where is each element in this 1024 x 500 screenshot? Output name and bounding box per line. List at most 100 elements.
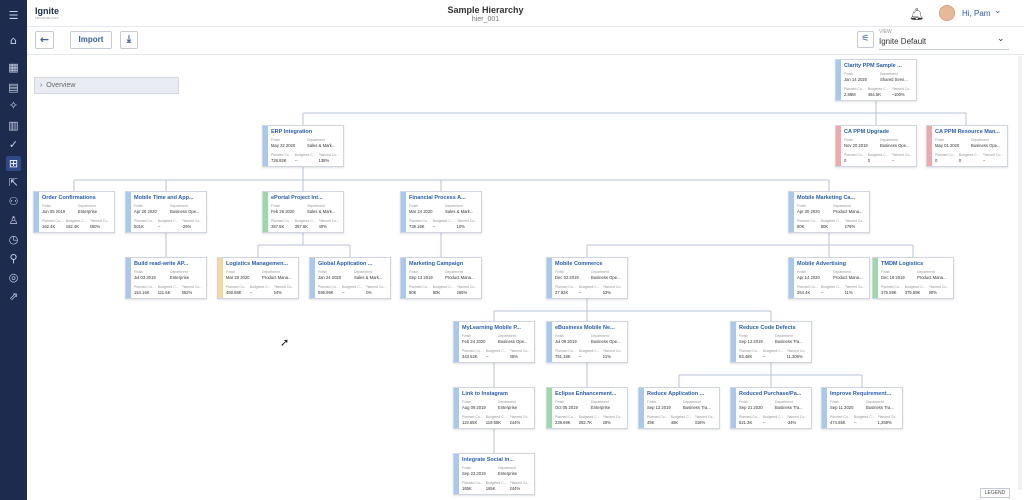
card-status-bar <box>789 258 794 298</box>
card-status-bar <box>401 192 406 232</box>
card-metric-values: 264.4K -- 11% <box>797 290 853 295</box>
card-metric-labels: Planned Co... Budgeted C... Planned Co... <box>271 219 340 223</box>
card-title[interactable]: Reduce Application ... <box>647 391 719 397</box>
card-labels: Finish Department <box>739 334 793 338</box>
card-labels: Finish Department <box>797 270 851 274</box>
card-labels: Finish Department <box>647 400 701 404</box>
hierarchy-card[interactable]: Order Confirmations Finish Department Jun 0… <box>33 191 115 233</box>
hierarchy-card[interactable]: Mobile Marketing Ca... Finish Department Ap… <box>788 191 870 233</box>
card-labels: Finish Department <box>226 270 280 274</box>
hierarchy-card[interactable]: Integrate Social in... Finish Department Se… <box>453 453 535 495</box>
hierarchy-card[interactable]: ERP Integration Finish Department May 22 20… <box>262 125 344 167</box>
card-metric-labels: Planned Co... Budgeted C... Planned Co... <box>462 481 531 485</box>
hierarchy-card[interactable]: Financial Process A... Finish Department Ma… <box>400 191 482 233</box>
card-labels: Finish Department <box>739 400 793 404</box>
card-metric-labels: Planned Co... Budgeted C... Planned Co... <box>555 415 624 419</box>
card-metric-labels: Planned Co... Budgeted C... Planned Co... <box>844 153 913 157</box>
card-values: Feb 26 2020 Sales & Mark... <box>271 209 336 214</box>
card-title[interactable]: Mobile Advertising <box>797 261 869 267</box>
card-labels: Finish Department <box>318 270 372 274</box>
card-title[interactable]: Order Confirmations <box>42 195 114 201</box>
card-metric-labels: Planned Co... Budgeted C... Planned Co... <box>409 285 478 289</box>
card-title[interactable]: CA PPM Resource Man... <box>935 129 1007 135</box>
hierarchy-card[interactable]: CA PPM Upgrade Finish Department Nov 20 201… <box>835 125 917 167</box>
card-labels: Finish Department <box>555 400 609 404</box>
hierarchy-card[interactable]: Logistics Managemen... Finish Department Ma… <box>217 257 299 299</box>
card-values: Jan 14 2020 Shared Servi... <box>844 77 908 82</box>
card-metric-values: 521.3K -- -34% <box>739 420 797 425</box>
card-metric-labels: Planned Co... Budgeted C... Planned Co... <box>42 219 111 223</box>
hierarchy-card[interactable]: CA PPM Resource Man... Finish Department Ma… <box>926 125 1008 167</box>
card-values: Aug 09 2019 Enterprise <box>462 405 518 410</box>
card-values: May 01 2020 Business Ope... <box>935 143 1001 148</box>
hierarchy-card[interactable]: MyLearning Mobile P... Finish Department Fe… <box>453 321 535 363</box>
card-title[interactable]: Mobile Marketing Ca... <box>797 195 869 201</box>
card-title[interactable]: MyLearning Mobile P... <box>462 325 534 331</box>
hierarchy-card[interactable]: Eclipse Enhancement... Finish Department Oc… <box>546 387 628 429</box>
card-title[interactable]: CA PPM Upgrade <box>844 129 916 135</box>
card-labels: Finish Department <box>462 400 516 404</box>
card-labels: Finish Department <box>797 204 851 208</box>
hierarchy-card[interactable]: Reduced Purchase/Pa... Finish Department Se… <box>730 387 812 429</box>
card-values: Dec 18 2019 Product Mana... <box>881 275 947 280</box>
card-metric-labels: Planned Co... Budgeted C... Planned Co... <box>739 349 808 353</box>
card-title[interactable]: Clarity PPM Sample ... <box>844 63 916 69</box>
card-title[interactable]: Financial Process A... <box>409 195 481 201</box>
card-metric-values: 595.99K -- 2% <box>318 290 372 295</box>
card-title[interactable]: TMDM Logistics <box>881 261 953 267</box>
hierarchy-card[interactable]: ePortal Project Int... Finish Department Fe… <box>262 191 344 233</box>
hierarchy-card[interactable]: Mobile Advertising Finish Department Apr 14… <box>788 257 870 299</box>
card-title[interactable]: Build read-write AP... <box>134 261 206 267</box>
hierarchy-card[interactable]: Global Application ... Finish Department Ja… <box>309 257 391 299</box>
hierarchy-card[interactable]: Improve Requirement... Finish Department Se… <box>821 387 903 429</box>
card-metric-labels: Planned Co... Budgeted C... Planned Co... <box>797 285 866 289</box>
hierarchy-card[interactable]: Mobile Commerce Finish Department Dec 02 20… <box>546 257 628 299</box>
card-metric-values: 474.65K -- 1,259% <box>830 420 892 425</box>
card-values: Mar 20 2020 Product Mana... <box>226 275 292 280</box>
card-title[interactable]: Mobile Commerce <box>555 261 627 267</box>
card-title[interactable]: ERP Integration <box>271 129 343 135</box>
hierarchy-card[interactable]: Reduce Code Defects Finish Department Sep 1… <box>730 321 812 363</box>
hierarchy-card[interactable]: Reduce Application ... Finish Department Se… <box>638 387 720 429</box>
hierarchy-card[interactable]: Marketing Campaign Finish Department Sep 13… <box>400 257 482 299</box>
card-status-bar <box>263 192 268 232</box>
card-metric-values: 0 0 -- <box>844 158 895 163</box>
card-status-bar <box>927 126 932 166</box>
card-labels: Finish Department <box>409 204 463 208</box>
hierarchy-card[interactable]: Mobile Time and App... Finish Department Ap… <box>125 191 207 233</box>
card-title[interactable]: Marketing Campaign <box>409 261 481 267</box>
card-labels: Finish Department <box>409 270 463 274</box>
card-title[interactable]: Improve Requirement... <box>830 391 902 397</box>
card-title[interactable]: Mobile Time and App... <box>134 195 206 201</box>
hierarchy-card[interactable]: TMDM Logistics Finish Department Dec 18 201… <box>872 257 954 299</box>
card-metric-values: 154.16K 111.5K 652% <box>134 290 193 295</box>
card-title[interactable]: Logistics Managemen... <box>226 261 298 267</box>
vertical-scrollbar[interactable] <box>1018 56 1022 490</box>
card-status-bar <box>401 258 406 298</box>
card-status-bar <box>34 192 39 232</box>
card-status-bar <box>639 388 644 428</box>
card-metric-labels: Planned Co... Budgeted C... Planned Co... <box>226 285 295 289</box>
card-title[interactable]: Link to Instagram <box>462 391 534 397</box>
legend-button[interactable]: LEGEND <box>980 488 1010 498</box>
card-title[interactable]: Reduced Purchase/Pa... <box>739 391 811 397</box>
hierarchy-card[interactable]: Link to Instagram Finish Department Aug 09 … <box>453 387 535 429</box>
card-title[interactable]: Integrate Social in... <box>462 457 534 463</box>
card-title[interactable]: Reduce Code Defects <box>739 325 811 331</box>
card-status-bar <box>454 388 459 428</box>
card-values: Dec 02 2019 Business Ope... <box>555 275 621 280</box>
hierarchy-card[interactable]: eBusiness Mobile Ne... Finish Department Ju… <box>546 321 628 363</box>
card-labels: Finish Department <box>881 270 935 274</box>
card-labels: Finish Department <box>42 204 96 208</box>
card-metric-values: 375.59K 375.59K 90% <box>881 290 937 295</box>
hierarchy-card[interactable]: Clarity PPM Sample ... Finish Department Ja… <box>835 59 917 101</box>
card-title[interactable]: eBusiness Mobile Ne... <box>555 325 627 331</box>
card-labels: Finish Department <box>134 270 188 274</box>
card-metric-labels: Planned Co... Budgeted C... Planned Co... <box>134 285 203 289</box>
card-title[interactable]: Global Application ... <box>318 261 390 267</box>
card-title[interactable]: ePortal Project Int... <box>271 195 343 201</box>
hierarchy-card[interactable]: Build read-write AP... Finish Department Ju… <box>125 257 207 299</box>
card-metric-labels: Planned Co... Budgeted C... Planned Co... <box>271 153 340 157</box>
card-metric-labels: Planned Co... Budgeted C... Planned Co... <box>555 285 624 289</box>
card-title[interactable]: Eclipse Enhancement... <box>555 391 627 397</box>
